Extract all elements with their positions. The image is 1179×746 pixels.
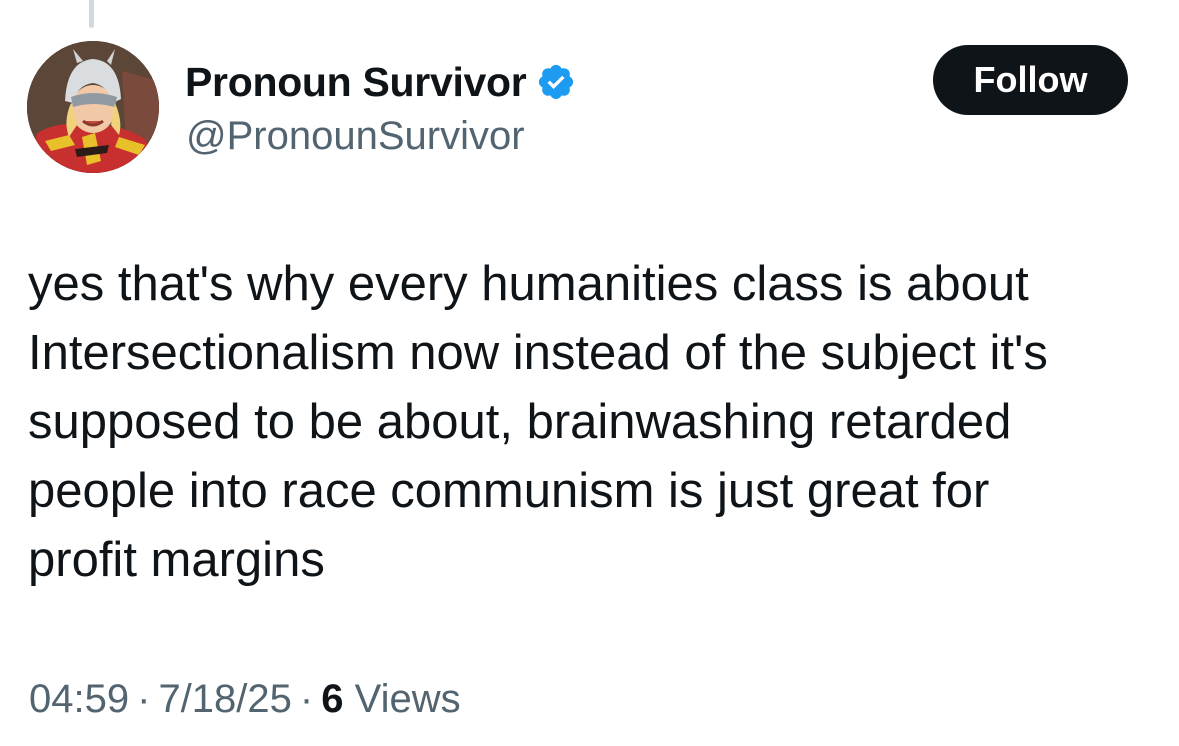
follow-button[interactable]: Follow: [933, 45, 1128, 115]
author-handle[interactable]: @PronounSurvivor: [186, 110, 525, 162]
tweet-date[interactable]: 7/18/25: [158, 677, 291, 721]
tweet-time[interactable]: 04:59: [29, 677, 129, 721]
tweet-meta: 04:59 · 7/18/25 · 6 Views: [29, 673, 461, 725]
tweet-text: yes that's why every humanities class is…: [28, 250, 1158, 595]
author-display-name[interactable]: Pronoun Survivor: [185, 56, 527, 108]
thread-connector-line: [89, 0, 94, 28]
meta-separator: ·: [137, 677, 151, 721]
tweet-text-line: Intersectionalism now instead of the sub…: [28, 326, 1048, 380]
verified-badge-icon[interactable]: [536, 62, 576, 102]
views-count[interactable]: 6: [321, 677, 343, 721]
avatar-image: [27, 41, 159, 173]
tweet-text-line: supposed to be about, brainwashing retar…: [28, 395, 1012, 449]
avatar[interactable]: [27, 41, 159, 173]
tweet-text-line: profit margins: [28, 533, 325, 587]
views-label[interactable]: Views: [355, 677, 461, 721]
tweet-text-line: people into race communism is just great…: [28, 464, 990, 518]
meta-separator: ·: [299, 677, 314, 721]
tweet-text-line: yes that's why every humanities class is…: [28, 257, 1029, 311]
author-name-row: Pronoun Survivor: [185, 56, 576, 108]
